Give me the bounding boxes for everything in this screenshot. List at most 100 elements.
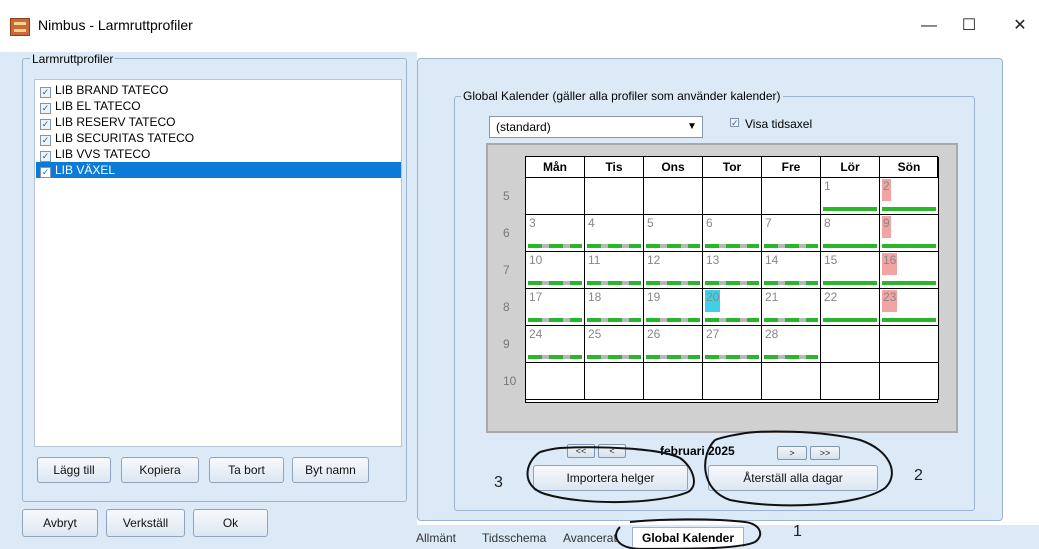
calendar-day-cell[interactable]: 20 — [703, 289, 762, 326]
calendar-day-cell[interactable]: 1 — [821, 178, 880, 215]
calendar-day-cell[interactable] — [762, 178, 821, 215]
schedule-bar — [587, 281, 641, 285]
calendar-day-cell[interactable]: 8 — [821, 215, 880, 252]
reset-all-days-button[interactable]: Återställ alla dagar — [708, 465, 878, 491]
annotation-3: 3 — [494, 474, 503, 491]
profile-item-label: LIB RESERV TATECO — [55, 115, 176, 129]
calendar-day-cell[interactable]: 25 — [585, 326, 644, 363]
profile-item[interactable]: ✓ LIB BRAND TATECO — [36, 82, 401, 98]
tab-advanced[interactable]: Avancerat — [563, 531, 617, 545]
maximize-icon[interactable]: ☐ — [946, 10, 992, 42]
calendar-day-cell[interactable] — [644, 363, 703, 400]
add-profile-button[interactable]: Lägg till — [37, 457, 111, 483]
day-number: 2 — [882, 179, 891, 201]
delete-profile-button[interactable]: Ta bort — [209, 457, 284, 483]
profile-item[interactable]: ✓ LIB RESERV TATECO — [36, 114, 401, 130]
calendar-day-cell[interactable]: 26 — [644, 326, 703, 363]
week-number: 7 — [503, 263, 510, 277]
calendar-day-cell[interactable]: 6 — [703, 215, 762, 252]
close-icon[interactable]: ✕ — [997, 10, 1039, 42]
day-number: 25 — [588, 327, 602, 341]
apply-button[interactable]: Verkställ — [106, 509, 185, 537]
copy-profile-button[interactable]: Kopiera — [121, 457, 199, 483]
calendar-day-cell[interactable] — [644, 178, 703, 215]
calendar-day-cell[interactable]: 24 — [526, 326, 585, 363]
calendar-day-cell[interactable]: 18 — [585, 289, 644, 326]
checkbox[interactable]: ✓ — [40, 151, 51, 162]
calendar-day-cell[interactable]: 22 — [821, 289, 880, 326]
day-number: 1 — [824, 179, 831, 193]
day-header: Tis — [585, 157, 644, 178]
calendar-day-cell[interactable]: 12 — [644, 252, 703, 289]
cancel-button[interactable]: Avbryt — [22, 509, 98, 537]
tab-schedule[interactable]: Tidsschema — [482, 531, 546, 545]
calendar-day-cell[interactable]: 9 — [880, 215, 939, 252]
profile-item[interactable]: ✓ LIB EL TATECO — [36, 98, 401, 114]
calendar-day-cell[interactable] — [526, 178, 585, 215]
checkbox[interactable]: ✓ — [40, 135, 51, 146]
calendar-day-cell[interactable]: 14 — [762, 252, 821, 289]
profile-item[interactable]: ✓ LIB VVS TATECO — [36, 146, 401, 162]
profile-item-label: LIB BRAND TATECO — [55, 83, 169, 97]
calendar-select[interactable]: (standard) — [489, 116, 703, 138]
day-number: 17 — [529, 290, 543, 304]
rename-profile-button[interactable]: Byt namn — [292, 457, 369, 483]
checkbox[interactable]: ✓ — [40, 103, 51, 114]
calendar-day-cell[interactable]: 13 — [703, 252, 762, 289]
calendar-day-cell[interactable]: 15 — [821, 252, 880, 289]
calendar-day-cell[interactable]: 4 — [585, 215, 644, 252]
schedule-bar — [528, 281, 582, 285]
calendar-day-cell[interactable]: 28 — [762, 326, 821, 363]
chevron-down-icon[interactable]: ▼ — [682, 117, 702, 137]
calendar-day-cell[interactable]: 23 — [880, 289, 939, 326]
calendar-day-cell[interactable] — [880, 363, 939, 400]
profile-item[interactable]: ✓ LIB VÄXEL — [36, 162, 401, 178]
first-month-button[interactable]: << — [567, 444, 595, 458]
schedule-bar — [764, 355, 818, 359]
next-month-button[interactable]: > — [777, 446, 807, 460]
day-number: 14 — [765, 253, 779, 267]
global-calendar-group-label: Global Kalender (gäller alla profiler so… — [461, 89, 783, 103]
calendar-day-cell[interactable]: 3 — [526, 215, 585, 252]
last-month-button[interactable]: >> — [810, 446, 840, 460]
profiles-list[interactable]: ✓ LIB BRAND TATECO ✓ LIB EL TATECO ✓ LIB RESE… — [34, 79, 402, 447]
calendar-day-cell[interactable] — [821, 363, 880, 400]
calendar-day-cell[interactable] — [762, 363, 821, 400]
profile-item[interactable]: ✓ LIB SECURITAS TATECO — [36, 130, 401, 146]
calendar-day-cell[interactable] — [703, 363, 762, 400]
calendar-day-cell[interactable]: 2 — [880, 178, 939, 215]
day-number: 18 — [588, 290, 602, 304]
calendar-day-cell[interactable]: 7 — [762, 215, 821, 252]
show-timeaxis-checkbox[interactable]: ✓ — [730, 118, 739, 128]
day-number: 15 — [824, 253, 838, 267]
calendar-day-cell[interactable] — [585, 178, 644, 215]
profile-item-label: LIB VÄXEL — [55, 163, 116, 177]
calendar-day-cell[interactable]: 27 — [703, 326, 762, 363]
calendar-day-cell[interactable]: 16 — [880, 252, 939, 289]
calendar-day-cell[interactable]: 11 — [585, 252, 644, 289]
calendar-day-cell[interactable] — [526, 363, 585, 400]
calendar-day-cell[interactable] — [821, 326, 880, 363]
calendar-day-cell[interactable]: 17 — [526, 289, 585, 326]
checkbox[interactable]: ✓ — [40, 167, 51, 178]
schedule-bar — [882, 244, 936, 248]
tab-global-calendar[interactable]: Global Kalender — [632, 527, 744, 547]
calendar-day-cell[interactable] — [703, 178, 762, 215]
day-number: 27 — [706, 327, 720, 341]
calendar-day-cell[interactable]: 21 — [762, 289, 821, 326]
calendar-day-cell[interactable]: 5 — [644, 215, 703, 252]
prev-month-button[interactable]: < — [598, 444, 626, 458]
checkbox[interactable]: ✓ — [40, 119, 51, 130]
schedule-bar — [705, 355, 759, 359]
checkbox[interactable]: ✓ — [40, 87, 51, 98]
day-number: 20 — [705, 290, 721, 312]
tab-general[interactable]: Allmänt — [416, 531, 456, 545]
calendar-day-cell[interactable] — [880, 326, 939, 363]
day-number: 4 — [588, 216, 595, 230]
calendar-day-cell[interactable] — [585, 363, 644, 400]
calendar-day-cell[interactable]: 10 — [526, 252, 585, 289]
import-holidays-button[interactable]: Importera helger — [533, 465, 688, 491]
calendar-day-cell[interactable]: 19 — [644, 289, 703, 326]
day-number: 9 — [882, 216, 891, 238]
ok-button[interactable]: Ok — [193, 509, 268, 537]
